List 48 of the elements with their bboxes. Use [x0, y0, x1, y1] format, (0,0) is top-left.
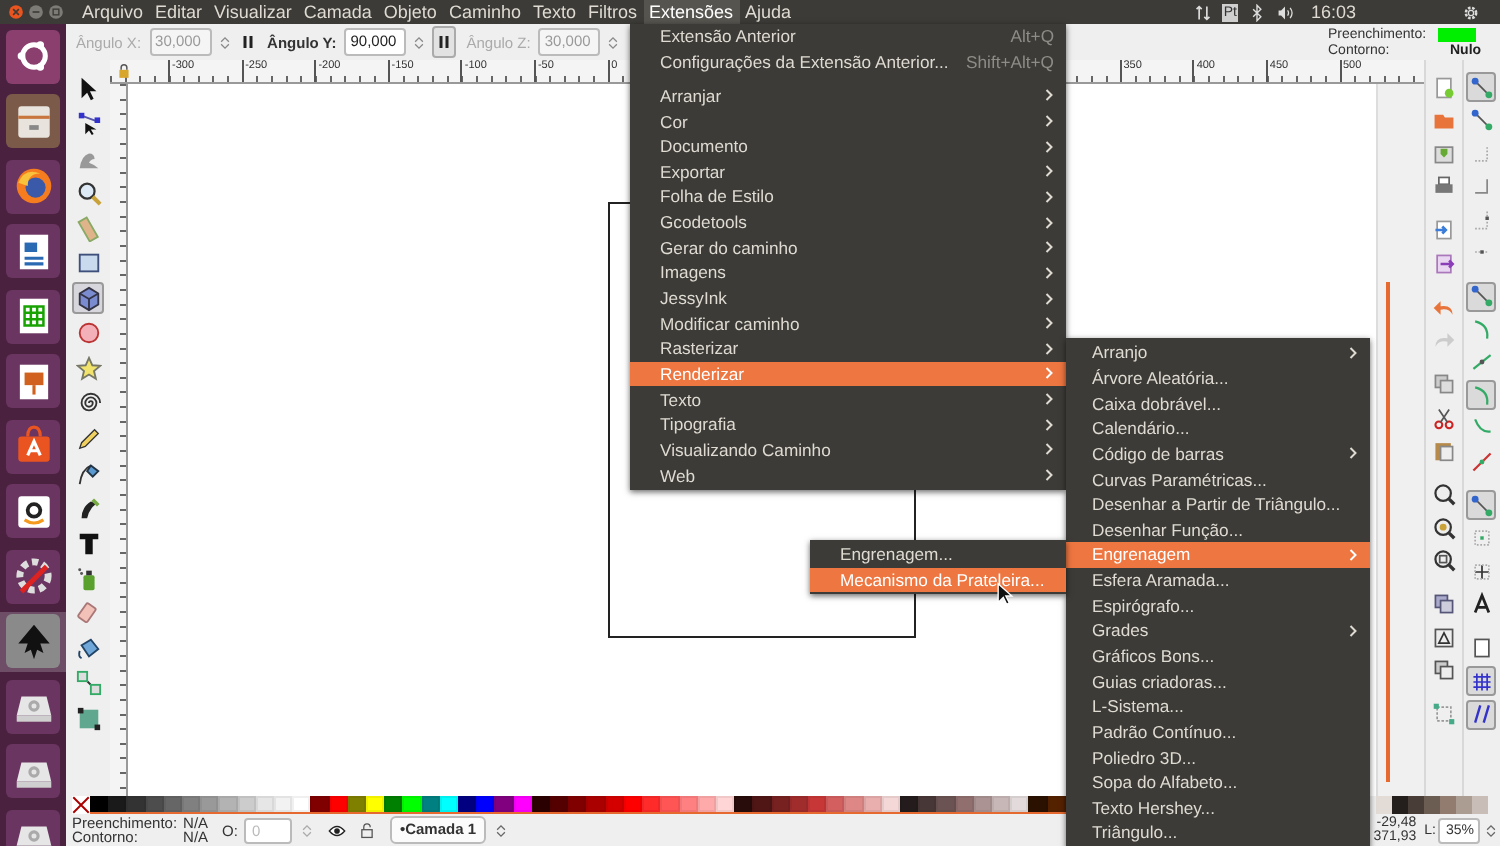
menu-item[interactable]: Exportar — [630, 159, 1066, 185]
menu-item[interactable]: Folha de Estilo — [630, 184, 1066, 210]
menu-item[interactable]: Texto — [526, 0, 582, 24]
menu-item[interactable]: Gcodetools — [630, 209, 1066, 235]
menu-item[interactable]: L-Sistema... — [1066, 693, 1370, 720]
menu-item[interactable]: Documento — [630, 133, 1066, 159]
menu-item[interactable]: Grades — [1066, 618, 1370, 644]
menu-item[interactable]: Caminho — [442, 0, 527, 24]
menu-item[interactable]: Imagens — [630, 260, 1066, 286]
menu-item[interactable]: Árvore Aleatória... — [1066, 365, 1370, 391]
menu-item[interactable]: JessyInk — [630, 285, 1066, 311]
menu-item[interactable]: Editar — [149, 0, 209, 24]
menu-item[interactable]: Esfera Aramada... — [1066, 567, 1370, 593]
menu-item[interactable]: Poliedro 3D... — [1066, 744, 1370, 770]
menu-item[interactable]: Calendário... — [1066, 415, 1370, 442]
menu-item[interactable]: Gerar do caminho — [630, 234, 1066, 261]
menu-item[interactable]: Camada — [297, 0, 378, 24]
menu-item[interactable]: Visualizando Caminho — [630, 437, 1066, 463]
menu-item[interactable]: Filtros — [582, 0, 643, 24]
menu-item[interactable]: Engrenagem... — [810, 542, 1066, 568]
menu-item[interactable]: Texto — [630, 386, 1066, 412]
clock[interactable]: 16:03 — [1310, 0, 1356, 24]
menu-item[interactable]: Sopa do Alfabeto... — [1066, 769, 1370, 796]
menu-item[interactable]: Web — [630, 462, 1066, 488]
menu-item[interactable]: Triângulo... — [1066, 820, 1370, 846]
menu-item[interactable]: Cor — [630, 108, 1066, 134]
menu-item[interactable]: Objeto — [377, 0, 443, 24]
menu-item[interactable]: Arquivo — [76, 0, 150, 24]
menu-item[interactable]: Arranjar — [630, 83, 1066, 109]
menu-item[interactable]: Padrão Contínuo... — [1066, 719, 1370, 745]
menu-item[interactable]: Extensão Anterior Alt+Q — [630, 24, 1066, 50]
menu-item[interactable]: Configurações da Extensão Anterior... Shift+Alt+Q — [630, 49, 1066, 75]
menu-item[interactable]: Espirógrafo... — [1066, 592, 1370, 619]
menu-item[interactable]: Código de barras — [1066, 441, 1370, 467]
menu-item[interactable]: Guias criadoras... — [1066, 668, 1370, 694]
menu-item[interactable]: Ajuda — [739, 0, 798, 24]
menu-item[interactable]: Desenhar Função... — [1066, 516, 1370, 543]
menu-item[interactable]: Texto Hershey... — [1066, 795, 1370, 821]
menu-item[interactable]: Extensões — [643, 0, 740, 24]
menu-item[interactable]: Caixa dobrável... — [1066, 390, 1370, 416]
menu-item[interactable]: Desenhar a Partir de Triângulo... — [1066, 491, 1370, 517]
menu-item[interactable]: Arranjo — [1066, 340, 1370, 366]
menu-item[interactable]: Gráficos Bons... — [1066, 643, 1370, 669]
menu-item[interactable]: Tipografia — [630, 411, 1066, 438]
menu-item[interactable]: Visualizar — [208, 0, 298, 24]
menu-item[interactable]: Curvas Paramétricas... — [1066, 466, 1370, 492]
menu-item[interactable]: Rasterizar — [630, 335, 1066, 362]
menu-item[interactable]: Modificar caminho — [630, 310, 1066, 336]
